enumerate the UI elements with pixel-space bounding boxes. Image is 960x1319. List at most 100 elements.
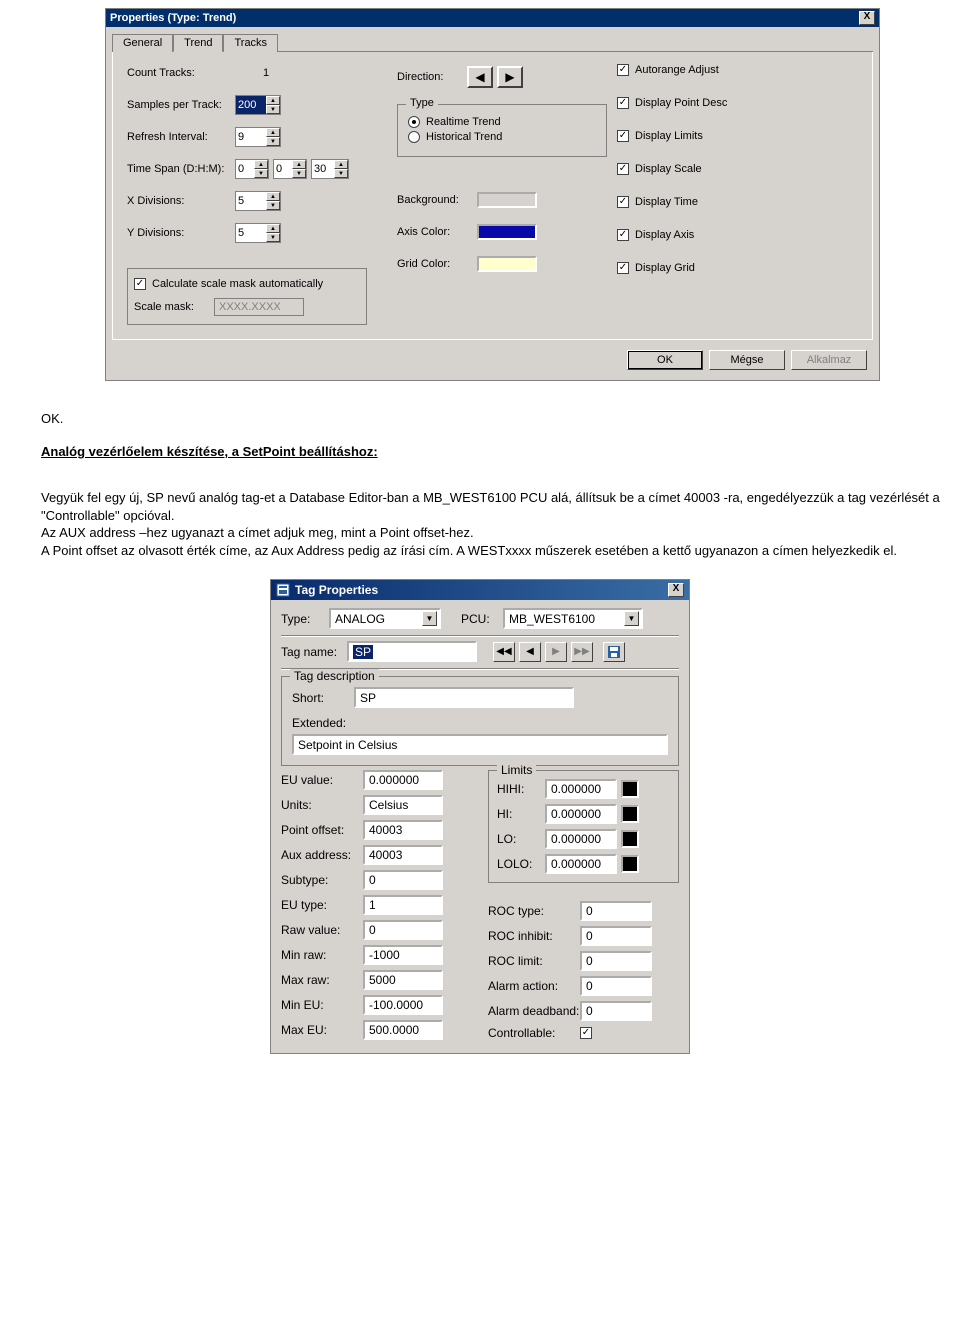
roclimit-input[interactable]: 0 [580,951,652,971]
arrow-down-icon[interactable]: ▼ [266,105,280,114]
lolo-color[interactable] [621,855,639,873]
euvalue-input[interactable]: 0.000000 [363,770,443,790]
apply-button[interactable]: Alkalmaz [791,350,867,370]
pcu-combo[interactable]: MB_WEST6100▼ [503,608,643,629]
grid-color-swatch[interactable] [477,256,537,272]
pointoffset-input[interactable]: 40003 [363,820,443,840]
save-icon[interactable] [603,642,625,662]
display-limits-checkbox[interactable] [617,130,629,142]
mineu-input[interactable]: -100.0000 [363,995,443,1015]
nav-prev-button[interactable]: ◀ [519,642,541,662]
calc-group: Calculate scale mask automatically Scale… [127,268,367,325]
tab-tracks[interactable]: Tracks [223,34,278,52]
axis-color-swatch[interactable] [477,224,537,240]
tp-title: Tag Properties [295,583,378,597]
short-input[interactable]: SP [354,687,574,708]
ydiv-spinner[interactable]: ▲▼ [235,223,281,243]
nav-first-button[interactable]: ◀◀ [493,642,515,662]
time-d-spinner[interactable]: ▲▼ [235,159,269,179]
tp-close-button[interactable]: X [668,583,684,597]
rawvalue-input[interactable]: 0 [363,920,443,940]
cancel-button[interactable]: Mégse [709,350,785,370]
ok-button[interactable]: OK [627,350,703,370]
rocinhibit-label: ROC inhibit: [488,929,580,943]
limits-legend: Limits [497,763,536,777]
direction-label: Direction: [397,71,467,83]
display-grid-label: Display Grid [635,262,695,274]
alarmdeadband-label: Alarm deadband: [488,1004,580,1018]
controllable-checkbox[interactable] [580,1027,592,1039]
maxeu-label: Max EU: [281,1023,363,1037]
autorange-label: Autorange Adjust [635,64,719,76]
tab-trend[interactable]: Trend [173,34,223,52]
eutype-label: EU type: [281,898,363,912]
background-swatch[interactable] [477,192,537,208]
display-grid-checkbox[interactable] [617,262,629,274]
calc-checkbox[interactable] [134,278,146,290]
units-input[interactable]: Celsius [363,795,443,815]
mineu-label: Min EU: [281,998,363,1012]
display-scale-checkbox[interactable] [617,163,629,175]
chevron-down-icon[interactable]: ▼ [422,611,437,626]
count-tracks-value: 1 [263,67,269,79]
arrow-up-icon[interactable]: ▲ [266,128,280,137]
alarmdeadband-input[interactable]: 0 [580,1001,652,1021]
arrow-up-icon[interactable]: ▲ [266,96,280,105]
lo-color[interactable] [621,830,639,848]
nav-last-button[interactable]: ▶▶ [571,642,593,662]
time-h-spinner[interactable]: ▲▼ [273,159,307,179]
rocinhibit-input[interactable]: 0 [580,926,652,946]
lolo-label: LOLO: [497,857,545,871]
samples-label: Samples per Track: [127,99,235,111]
button-bar: OK Mégse Alkalmaz [106,340,879,380]
scalemask-label: Scale mask: [134,301,214,313]
type-label: Type: [281,612,329,626]
tabs: General Trend Tracks [112,33,873,52]
hi-label: HI: [497,807,545,821]
refresh-spinner[interactable]: ▲▼ [235,127,281,147]
display-axis-checkbox[interactable] [617,229,629,241]
subtype-input[interactable]: 0 [363,870,443,890]
display-time-checkbox[interactable] [617,196,629,208]
lo-input[interactable]: 0.000000 [545,829,617,849]
eutype-input[interactable]: 1 [363,895,443,915]
tag-properties-dialog: Tag Properties X Type: ANALOG▼ PCU: MB_W… [270,579,690,1054]
direction-left-button[interactable]: ◀ [467,66,493,88]
extended-input[interactable]: Setpoint in Celsius [292,734,668,755]
hihi-color[interactable] [621,780,639,798]
minraw-input[interactable]: -1000 [363,945,443,965]
tag-description-group: Tag description Short: SP Extended: Setp… [281,676,679,766]
hi-color[interactable] [621,805,639,823]
xdiv-spinner[interactable]: ▲▼ [235,191,281,211]
close-button[interactable]: X [859,11,875,25]
doc-paragraph: Vegyük fel egy új, SP nevű analóg tag-et… [41,489,945,559]
dialog-title: Properties (Type: Trend) [110,12,236,24]
nav-next-button[interactable]: ▶ [545,642,567,662]
display-point-checkbox[interactable] [617,97,629,109]
minraw-label: Min raw: [281,948,363,962]
time-m-spinner[interactable]: ▲▼ [311,159,349,179]
roctype-input[interactable]: 0 [580,901,652,921]
chevron-down-icon[interactable]: ▼ [624,611,639,626]
type-combo[interactable]: ANALOG▼ [329,608,441,629]
tagname-input[interactable]: SP [347,641,477,662]
historical-radio[interactable] [408,131,420,143]
direction-right-button[interactable]: ▶ [497,66,523,88]
historical-label: Historical Trend [426,131,502,143]
xdiv-label: X Divisions: [127,195,235,207]
samples-spinner[interactable]: ▲▼ [235,95,281,115]
hihi-input[interactable]: 0.000000 [545,779,617,799]
tab-general[interactable]: General [112,34,173,52]
aux-input[interactable]: 40003 [363,845,443,865]
lo-label: LO: [497,832,545,846]
autorange-checkbox[interactable] [617,64,629,76]
maxeu-input[interactable]: 500.0000 [363,1020,443,1040]
lolo-input[interactable]: 0.000000 [545,854,617,874]
realtime-radio[interactable] [408,116,420,128]
maxraw-input[interactable]: 5000 [363,970,443,990]
alarmaction-input[interactable]: 0 [580,976,652,996]
display-point-label: Display Point Desc [635,97,727,109]
hi-input[interactable]: 0.000000 [545,804,617,824]
arrow-down-icon[interactable]: ▼ [266,137,280,146]
timespan-label: Time Span (D:H:M): [127,163,235,175]
